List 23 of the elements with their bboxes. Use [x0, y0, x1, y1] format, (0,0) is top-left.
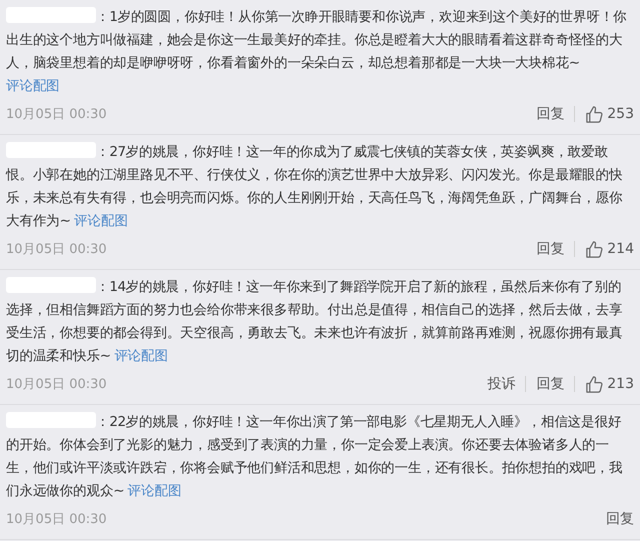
like-button[interactable]: 253 — [585, 104, 634, 124]
comment-image-link[interactable]: 评论配图 — [114, 348, 168, 364]
action-link[interactable]: 投诉 — [487, 375, 516, 393]
comment-text: ：27岁的姚晨，你好哇！这一年的你成为了威震七侠镇的芙蓉女侠，英姿飒爽，敢爱敢恨。小郭在她的江湖里路见不平、行侠仗义，你在你的演艺世界中大放异彩、闪闪发光。你是最耀眼的快乐，未来总有失有得，也会明亮而闪烁。你的人生刚刚开始，天高任鸟飞，海阔凭鱼跃，广阔舞台，愿你大有作为~ 评论配图 — [6, 141, 624, 231]
thumbs-up-icon — [585, 374, 604, 394]
comment-image-link[interactable]: 评论配图 — [74, 213, 128, 229]
action-link[interactable]: 回复 — [606, 510, 634, 528]
action-link[interactable]: 回复 — [536, 105, 564, 123]
comment-image-link[interactable]: 评论配图 — [128, 483, 182, 499]
comment-text: ：22岁的姚晨，你好哇！这一年你出演了第一部电影《七星期无人入睡》，相信这是很好的开始。你体会到了光影的魅力，感受到了表演的力量，你一定会爱上表演。你还要去体验诸多人的一生，他们或许平淡或许跌宕，你将会赋予他们鲜活和思想，如你的一生，还有很长。拍你想拍的戏吧，我们永远做你的观众~ 评论配图 — [6, 411, 624, 501]
comment-image-link[interactable]: 评论配图 — [6, 78, 60, 94]
thumbs-up-icon — [585, 240, 604, 258]
comment-date: 10月05日 00:30 — [6, 241, 107, 258]
thumbs-up-icon — [585, 104, 604, 124]
comment-date: 10月05日 00:30 — [6, 106, 107, 123]
like-button[interactable]: 213 — [585, 374, 634, 394]
comment-date: 10月05日 00:30 — [6, 511, 107, 528]
comment-text: ：14岁的姚晨，你好哇！这一年你来到了舞蹈学院开启了新的旅程，虽然后来你有了别的选择，但相信舞蹈方面的努力也会给你带来很多帮助。付出总是值得，相信自己的选择，然后去做，去享受生活，你想要的都会得到。天空很高，勇敢去飞。未来也许有波折，就算前路再难测，祝愿你拥有最真切的温柔和快乐~ 评论配图 — [6, 276, 624, 366]
comment-text: ：1岁的圆圆，你好哇！从你第一次睁开眼睛要和你说声，欢迎来到这个美好的世界呀！你出生的这个地方叫做福建，她会是你这一生最美好的牵挂。你总是瞪着大大的眼睛看着这群奇奇怪怪的大人，脑袋里想着的却是咿咿呀呀，你看着窗外的一朵朵白云，却总想着那都是一大块一大块棉花~ 评论配图 — [6, 6, 628, 96]
action-link[interactable]: 回复 — [536, 375, 564, 393]
comment-date: 10月05日 00:30 — [6, 376, 107, 393]
like-button[interactable]: 214 — [585, 240, 634, 258]
action-link[interactable]: 回复 — [536, 240, 564, 258]
